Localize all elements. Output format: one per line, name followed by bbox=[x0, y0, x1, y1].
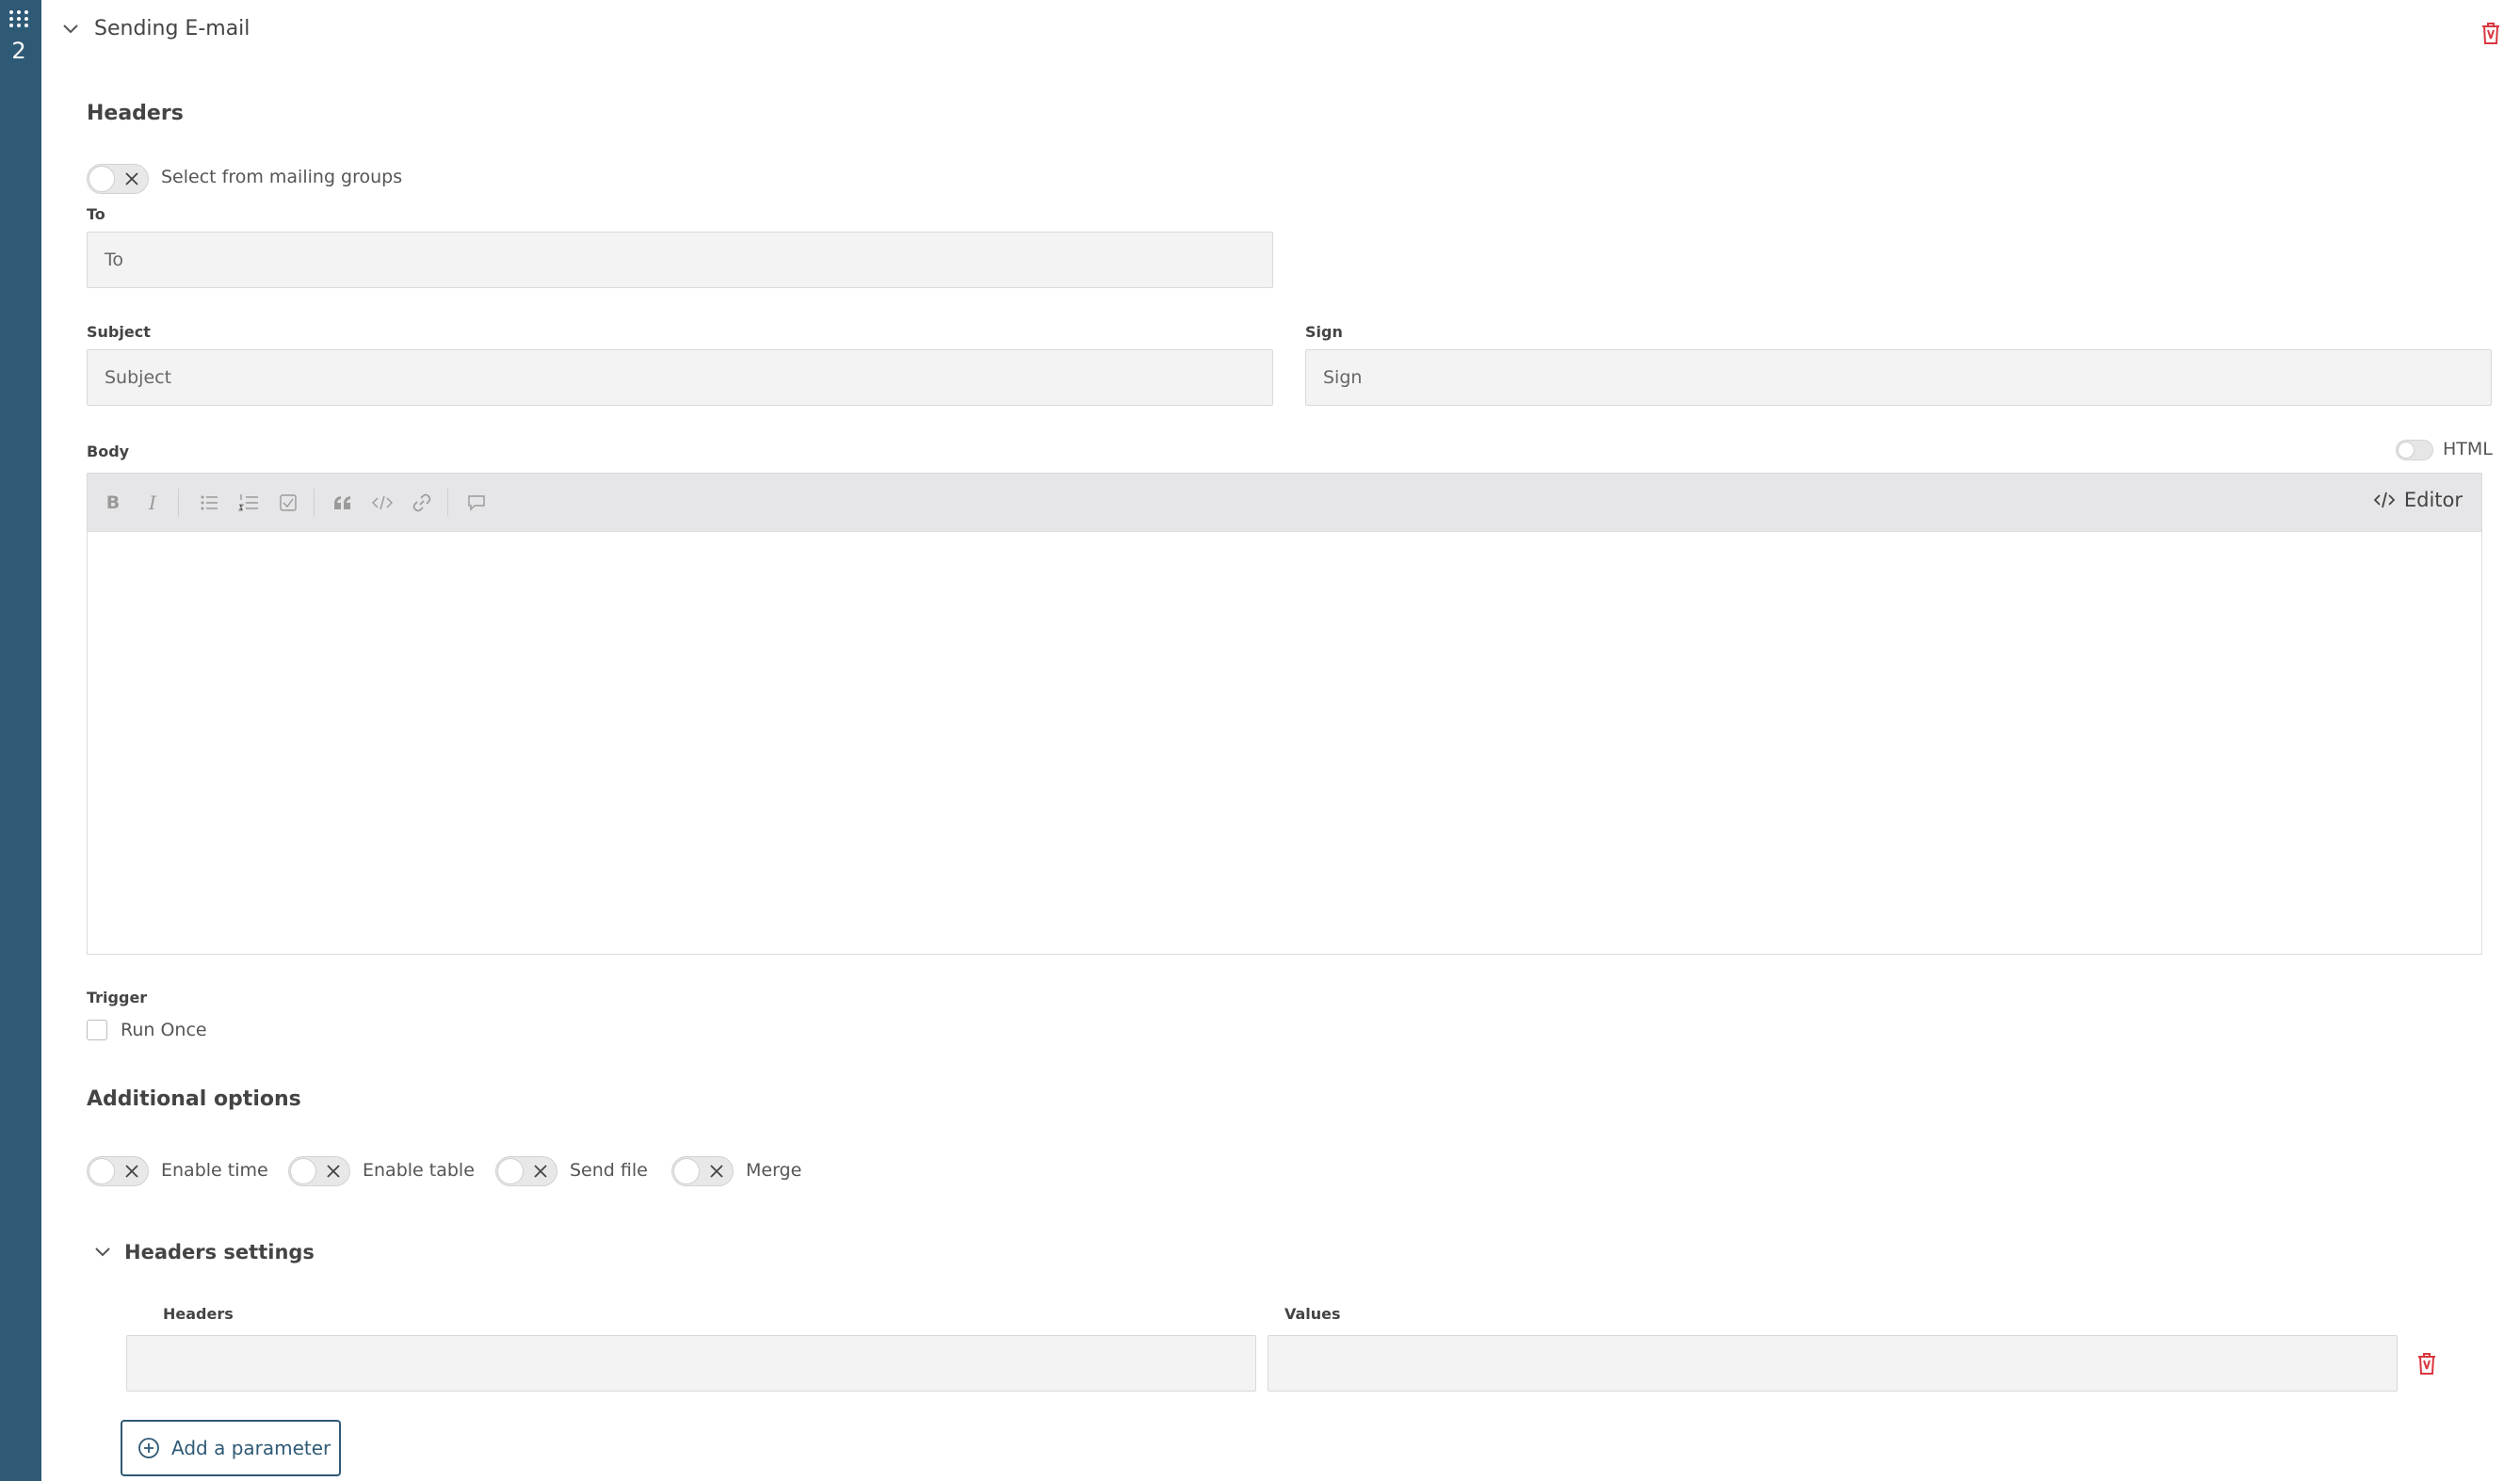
comment-icon bbox=[468, 495, 485, 511]
plus-circle-icon bbox=[138, 1438, 159, 1458]
values-column-label: Values bbox=[1284, 1305, 1341, 1323]
to-input[interactable] bbox=[87, 232, 1273, 288]
additional-options-title: Additional options bbox=[87, 1087, 301, 1111]
close-icon bbox=[125, 1165, 138, 1178]
enable-table-toggle[interactable] bbox=[288, 1156, 350, 1186]
step-number: 2 bbox=[11, 38, 26, 64]
html-toggle-label: HTML bbox=[2443, 439, 2493, 459]
body-editor[interactable]: B I Editor bbox=[87, 473, 2482, 955]
close-icon bbox=[534, 1165, 547, 1178]
headers-settings-header[interactable]: Headers settings bbox=[92, 1241, 315, 1264]
numbered-list-icon bbox=[238, 494, 258, 511]
link-icon bbox=[412, 493, 431, 512]
code-icon bbox=[372, 495, 393, 510]
run-once-checkbox[interactable] bbox=[87, 1020, 107, 1040]
comment-button[interactable] bbox=[464, 491, 489, 515]
grid-menu-icon[interactable] bbox=[8, 9, 29, 28]
html-toggle[interactable] bbox=[2396, 440, 2433, 460]
enable-time-toggle[interactable] bbox=[87, 1156, 149, 1186]
merge-toggle[interactable] bbox=[671, 1156, 734, 1186]
headers-column-label: Headers bbox=[163, 1305, 234, 1323]
toggle-knob bbox=[673, 1158, 700, 1184]
toolbar-divider bbox=[178, 489, 179, 517]
toolbar-divider bbox=[314, 489, 315, 517]
editor-mode-label: Editor bbox=[2403, 489, 2463, 511]
code-icon bbox=[2373, 491, 2395, 508]
close-icon bbox=[327, 1165, 340, 1178]
toolbar-divider bbox=[447, 489, 448, 517]
section-title: Sending E-mail bbox=[94, 17, 250, 40]
mailing-groups-toggle[interactable] bbox=[87, 164, 149, 194]
link-button[interactable] bbox=[410, 491, 434, 515]
close-icon bbox=[710, 1165, 723, 1178]
run-once-label: Run Once bbox=[121, 1020, 207, 1040]
subject-label: Subject bbox=[87, 323, 151, 341]
bullet-list-button[interactable] bbox=[197, 491, 221, 515]
italic-button[interactable]: I bbox=[140, 491, 165, 515]
enable-time-label: Enable time bbox=[161, 1160, 268, 1181]
to-label: To bbox=[87, 205, 105, 223]
header-value-input[interactable] bbox=[1268, 1335, 2398, 1392]
section-header[interactable]: Sending E-mail bbox=[60, 17, 250, 40]
main-content: Sending E-mail Headers Select from maili… bbox=[41, 0, 2520, 1481]
numbered-list-button[interactable] bbox=[236, 491, 261, 515]
send-file-label: Send file bbox=[570, 1160, 648, 1181]
add-parameter-button[interactable]: Add a parameter bbox=[121, 1420, 341, 1476]
enable-table-label: Enable table bbox=[363, 1160, 475, 1181]
sign-input[interactable] bbox=[1305, 349, 2492, 406]
quote-button[interactable] bbox=[331, 491, 355, 515]
checklist-button[interactable] bbox=[276, 491, 300, 515]
trigger-label: Trigger bbox=[87, 989, 148, 1006]
body-label: Body bbox=[87, 443, 130, 460]
toggle-knob bbox=[89, 1158, 115, 1184]
close-icon bbox=[125, 172, 138, 185]
headers-settings-title: Headers settings bbox=[124, 1241, 315, 1264]
merge-label: Merge bbox=[746, 1160, 802, 1181]
quote-icon bbox=[334, 496, 350, 509]
sign-label: Sign bbox=[1305, 323, 1343, 341]
send-file-toggle[interactable] bbox=[495, 1156, 557, 1186]
mailing-groups-label: Select from mailing groups bbox=[161, 167, 403, 187]
subject-input[interactable] bbox=[87, 349, 1273, 406]
toggle-knob bbox=[2398, 442, 2415, 459]
delete-section-trash-icon[interactable] bbox=[2480, 21, 2501, 45]
checkbox-icon bbox=[280, 494, 297, 511]
chevron-down-icon bbox=[95, 1248, 110, 1257]
delete-row-trash-icon[interactable] bbox=[2416, 1351, 2437, 1376]
headers-title: Headers bbox=[87, 102, 184, 125]
toggle-knob bbox=[89, 166, 115, 192]
editor-toolbar: B I Editor bbox=[88, 474, 2481, 532]
toggle-knob bbox=[497, 1158, 524, 1184]
code-button[interactable] bbox=[370, 491, 395, 515]
bold-button[interactable]: B bbox=[101, 491, 125, 515]
left-rail: 2 bbox=[0, 0, 41, 1481]
add-parameter-label: Add a parameter bbox=[171, 1437, 331, 1459]
chevron-down-icon[interactable] bbox=[60, 19, 81, 40]
editor-mode-button[interactable]: Editor bbox=[2373, 489, 2463, 511]
header-name-input[interactable] bbox=[126, 1335, 1256, 1392]
toggle-knob bbox=[290, 1158, 316, 1184]
bullet-list-icon bbox=[201, 495, 218, 510]
